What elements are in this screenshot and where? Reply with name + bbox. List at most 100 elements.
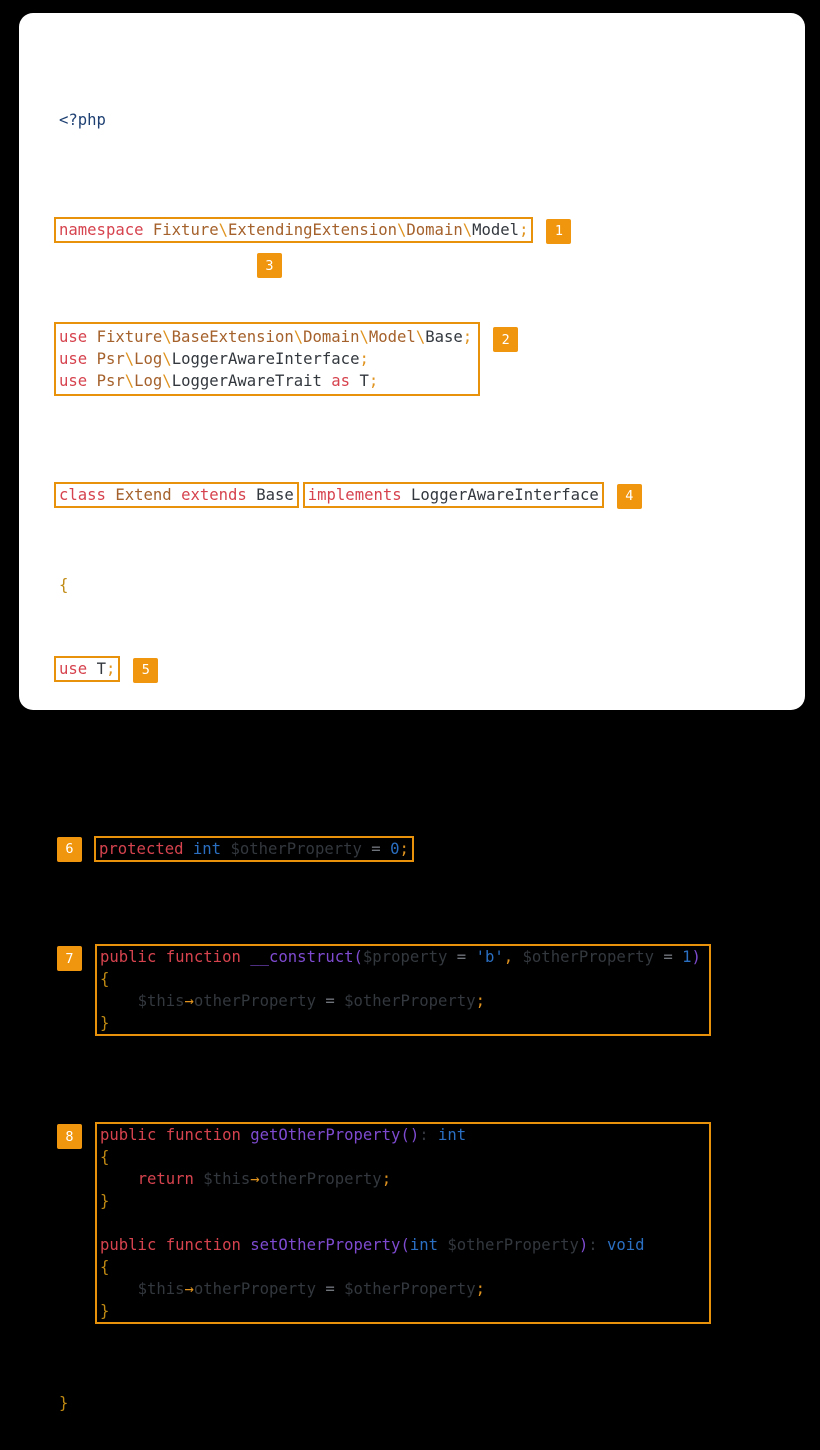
code-token: class	[59, 486, 106, 504]
code-token	[402, 486, 411, 504]
code-token: ;	[359, 350, 368, 368]
code-token: setOtherProperty	[250, 1236, 400, 1254]
code-line: $this→otherProperty = $otherProperty;	[100, 1278, 709, 1300]
code-token	[247, 486, 256, 504]
code-line: public function __construct($property = …	[100, 946, 709, 968]
code-token: Base	[425, 328, 463, 346]
constructor-group: 7public function __construct($property =…	[95, 944, 711, 1036]
blank-line	[59, 748, 805, 770]
code-token: getOtherProperty	[250, 1126, 400, 1144]
code-token: ;	[519, 221, 528, 239]
code-line: return $this→otherProperty;	[100, 1168, 709, 1190]
code-token: Log	[134, 372, 162, 390]
code-token: otherProperty	[194, 992, 316, 1010]
code-token: $otherProperty	[344, 992, 475, 1010]
code-token: 0	[390, 840, 399, 858]
code-token	[598, 1236, 607, 1254]
code-token: Log	[134, 350, 162, 368]
code-token	[513, 948, 522, 966]
code-token: ;	[399, 840, 408, 858]
code-token	[241, 1126, 250, 1144]
methods-group: 8public function getOtherProperty(): int…	[95, 1122, 711, 1324]
code-token	[654, 948, 663, 966]
code-token: :	[419, 1126, 428, 1144]
namespace-line: namespace Fixture\ExtendingExtension\Dom…	[59, 217, 805, 243]
code-token: function	[166, 1236, 241, 1254]
code-line: public function getOtherProperty(): int	[100, 1124, 709, 1146]
code-token: namespace	[59, 221, 144, 239]
code-line: {	[100, 1256, 709, 1278]
code-token: $this	[203, 1170, 250, 1188]
code-line: use Psr\Log\LoggerAwareTrait as T;	[59, 370, 472, 392]
code-token: }	[100, 1014, 109, 1032]
code-token: ;	[382, 1170, 391, 1188]
code-token	[194, 1170, 203, 1188]
code-token: LoggerAwareInterface	[411, 486, 599, 504]
annotation-box-1: namespace Fixture\ExtendingExtension\Dom…	[54, 217, 533, 243]
code-token: Domain	[406, 221, 462, 239]
code-line: }	[100, 1190, 709, 1212]
code-token: →	[185, 992, 194, 1010]
code-token: →	[250, 1170, 259, 1188]
code-token: $otherProperty	[523, 948, 654, 966]
code-token	[335, 992, 344, 1010]
code-token	[106, 486, 115, 504]
annotation-badge-2: 2	[493, 327, 518, 352]
code-token: ;	[463, 328, 472, 346]
code-token: void	[607, 1236, 645, 1254]
code-token: $property	[363, 948, 448, 966]
annotation-box-2: use Fixture\BaseExtension\Domain\Model\B…	[54, 322, 480, 396]
code-token	[87, 350, 96, 368]
code-token: 1	[682, 948, 691, 966]
code-token	[172, 486, 181, 504]
code-token: function	[166, 948, 241, 966]
code-token: <?php	[59, 111, 106, 129]
code-token: \	[397, 221, 406, 239]
code-line: $this→otherProperty = $otherProperty;	[100, 990, 709, 1012]
page-background: { "theme": { "background": "#000000", "c…	[0, 0, 820, 725]
code-token: Fixture	[97, 328, 163, 346]
code-token: \	[162, 350, 171, 368]
code-token: use	[59, 372, 87, 390]
code-token: return	[138, 1170, 194, 1188]
annotation-badge-6: 6	[57, 837, 82, 862]
code-token: =	[325, 1280, 334, 1298]
code-token: \	[162, 328, 171, 346]
code-token: }	[100, 1192, 109, 1210]
code-token: T	[97, 660, 106, 678]
annotation-badge-3: 3	[257, 253, 282, 278]
code-token: BaseExtension	[172, 328, 294, 346]
code-token: Fixture	[153, 221, 219, 239]
code-card: <?php namespace Fixture\ExtendingExtensi…	[19, 13, 805, 710]
code-token: =	[457, 948, 466, 966]
code-token: otherProperty	[260, 1170, 382, 1188]
code-token: $otherProperty	[230, 840, 361, 858]
code-token: =	[663, 948, 672, 966]
code-token: $otherProperty	[344, 1280, 475, 1298]
code-line	[100, 1212, 709, 1234]
code-token	[100, 1280, 138, 1298]
code-token	[429, 1126, 438, 1144]
code-token	[184, 840, 193, 858]
annotation-badge-5: 5	[133, 658, 158, 683]
code-token: otherProperty	[194, 1280, 316, 1298]
code-line: use Fixture\BaseExtension\Domain\Model\B…	[59, 326, 472, 348]
code-line: {	[100, 1146, 709, 1168]
code-line: }	[100, 1012, 709, 1034]
code-token	[100, 992, 138, 1010]
class-open-brace: {	[59, 574, 805, 596]
class-declaration-line: class Extend extends Baseimplements Logg…	[59, 482, 805, 508]
code-token: :	[588, 1236, 597, 1254]
code-token: function	[166, 1126, 241, 1144]
code-token: LoggerAwareInterface	[172, 350, 360, 368]
annotation-badge-4: 4	[617, 484, 642, 509]
code-token: ;	[476, 1280, 485, 1298]
code-token: T	[359, 372, 368, 390]
code-token	[316, 992, 325, 1010]
code-token: (	[400, 1236, 409, 1254]
property-declaration-line: 6protected int $otherProperty = 0;	[59, 836, 805, 862]
code-token: ()	[400, 1126, 419, 1144]
code-token: int	[410, 1236, 438, 1254]
code-token: \	[359, 328, 368, 346]
annotation-badge-1: 1	[546, 219, 571, 244]
